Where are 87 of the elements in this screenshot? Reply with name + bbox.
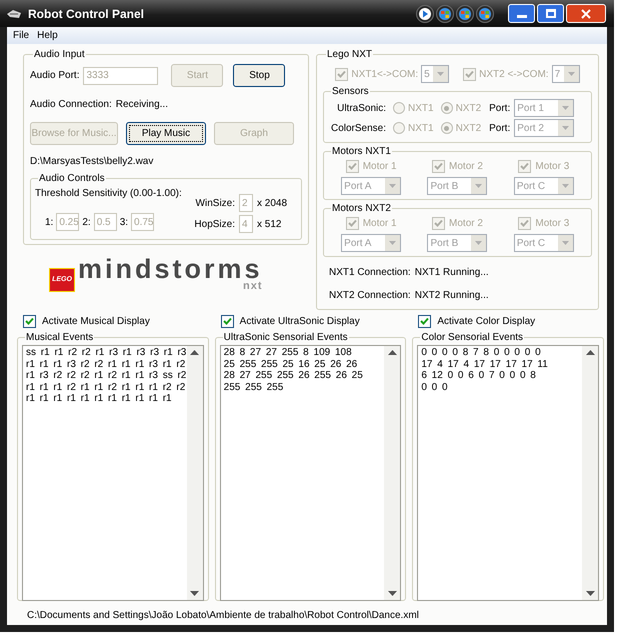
orb-icon[interactable] bbox=[456, 4, 474, 22]
scrollbar[interactable] bbox=[582, 346, 598, 600]
scroll-up-icon[interactable] bbox=[388, 350, 397, 355]
checkbox-label: Motor 2 bbox=[449, 217, 483, 231]
checkbox[interactable] bbox=[23, 314, 36, 328]
group-title: Motors NXT2 bbox=[331, 202, 392, 216]
checkbox[interactable] bbox=[220, 314, 234, 328]
status-value: NXT2 Running... bbox=[414, 289, 489, 303]
orb-icon[interactable] bbox=[436, 4, 454, 22]
threshold-field[interactable]: 0.5 bbox=[94, 213, 117, 231]
caret-icon bbox=[471, 235, 486, 251]
group-title: Audio Input bbox=[33, 48, 86, 62]
brand-subtitle: nxt bbox=[243, 281, 263, 292]
menu-item[interactable]: Help bbox=[33, 28, 62, 43]
status-label: NXT1 Connection: bbox=[329, 266, 411, 280]
checkbox-label: Activate UltraSonic Display bbox=[240, 314, 360, 328]
port-label: Port: bbox=[489, 122, 510, 136]
radio-label: NXT1 bbox=[408, 102, 434, 116]
field-label: WinSize: bbox=[196, 196, 235, 210]
field-label: HopSize: bbox=[194, 218, 235, 232]
file-path: D:\MarsyasTests\belly2.wav bbox=[30, 155, 154, 169]
size-field[interactable]: 2 bbox=[239, 194, 253, 212]
caret-icon bbox=[558, 120, 574, 136]
caret-icon bbox=[558, 178, 573, 194]
radio-label: NXT2 bbox=[456, 122, 482, 136]
size-suffix: x 2048 bbox=[257, 196, 288, 210]
caret-icon bbox=[433, 66, 448, 82]
checkbox-label: Activate Color Display bbox=[437, 314, 536, 328]
caret-icon bbox=[558, 235, 573, 251]
status-value: NXT1 Running... bbox=[414, 266, 489, 280]
status-value: Receiving... bbox=[116, 98, 168, 112]
group-title: Audio Controls bbox=[38, 172, 106, 186]
robot-icon bbox=[6, 8, 22, 20]
brand-wordmark: mindstorms bbox=[78, 257, 263, 281]
field-label: 1: bbox=[45, 216, 54, 230]
radio-label: NXT1 bbox=[408, 122, 434, 136]
sensor-label: ColorSense: bbox=[330, 122, 386, 136]
checkbox-label: NXT2 <->COM: bbox=[479, 68, 549, 82]
group-title: UltraSonic Sensorial Events bbox=[222, 331, 349, 345]
checkbox-label: Activate Musical Display bbox=[42, 314, 150, 328]
button[interactable]: Play Music bbox=[126, 122, 206, 145]
menu-item[interactable]: File bbox=[9, 28, 34, 43]
caret-icon bbox=[558, 100, 574, 116]
minimize-button[interactable] bbox=[508, 4, 535, 23]
checkbox-label: Motor 3 bbox=[535, 160, 570, 174]
group-title: Color Sensorial Events bbox=[420, 331, 524, 345]
threshold-label: Threshold Sensitivity (0.00-1.00): bbox=[35, 187, 183, 201]
button[interactable]: Stop bbox=[233, 64, 286, 87]
group-title: Lego NXT bbox=[326, 48, 374, 62]
orb-icon[interactable] bbox=[476, 4, 494, 22]
caret-icon bbox=[471, 178, 486, 194]
checkbox-label: NXT1<->COM: bbox=[351, 68, 418, 82]
scroll-up-icon[interactable] bbox=[586, 350, 595, 355]
status-label: NXT2 Connection: bbox=[329, 289, 411, 303]
radio-label: NXT2 bbox=[456, 102, 482, 116]
sensor-label: UltraSonic: bbox=[336, 102, 386, 116]
close-icon bbox=[581, 8, 591, 18]
window-title: Robot Control Panel bbox=[28, 6, 144, 22]
checkbox-label: Motor 1 bbox=[362, 217, 397, 231]
group-title: Motors NXT1 bbox=[331, 145, 392, 159]
field-label: 2: bbox=[82, 216, 91, 230]
scroll-down-icon[interactable] bbox=[190, 591, 200, 596]
size-field[interactable]: 4 bbox=[239, 215, 253, 233]
checkbox[interactable] bbox=[418, 314, 432, 328]
caret-icon bbox=[564, 66, 579, 82]
scrollbar[interactable] bbox=[186, 346, 203, 600]
scroll-up-icon[interactable] bbox=[190, 350, 200, 355]
port-label: Port: bbox=[489, 102, 510, 116]
checkbox-label: Motor 1 bbox=[362, 160, 397, 174]
caret-icon bbox=[385, 235, 400, 251]
status-label: Audio Connection: bbox=[30, 98, 112, 112]
group-title: Sensors bbox=[331, 85, 370, 99]
status-path: C:\Documents and Settings\João Lobato\Ambiente de trabalho\Robot Control\Dance.xml bbox=[27, 609, 420, 623]
scroll-down-icon[interactable] bbox=[388, 591, 397, 596]
threshold-field[interactable]: 0.75 bbox=[131, 213, 154, 231]
scroll-down-icon[interactable] bbox=[586, 591, 595, 596]
close-button[interactable] bbox=[566, 4, 606, 23]
checkbox-label: Motor 3 bbox=[535, 217, 570, 231]
scrollbar[interactable] bbox=[384, 346, 400, 600]
size-suffix: x 512 bbox=[257, 218, 282, 232]
caret-icon bbox=[385, 178, 400, 194]
field-label: 3: bbox=[120, 216, 128, 230]
field-label: Audio Port: bbox=[30, 69, 80, 83]
checkbox-label: Motor 2 bbox=[449, 160, 483, 174]
group-title: Musical Events bbox=[25, 331, 94, 345]
maximize-button[interactable] bbox=[537, 4, 564, 23]
play-orb-icon[interactable] bbox=[416, 4, 434, 22]
